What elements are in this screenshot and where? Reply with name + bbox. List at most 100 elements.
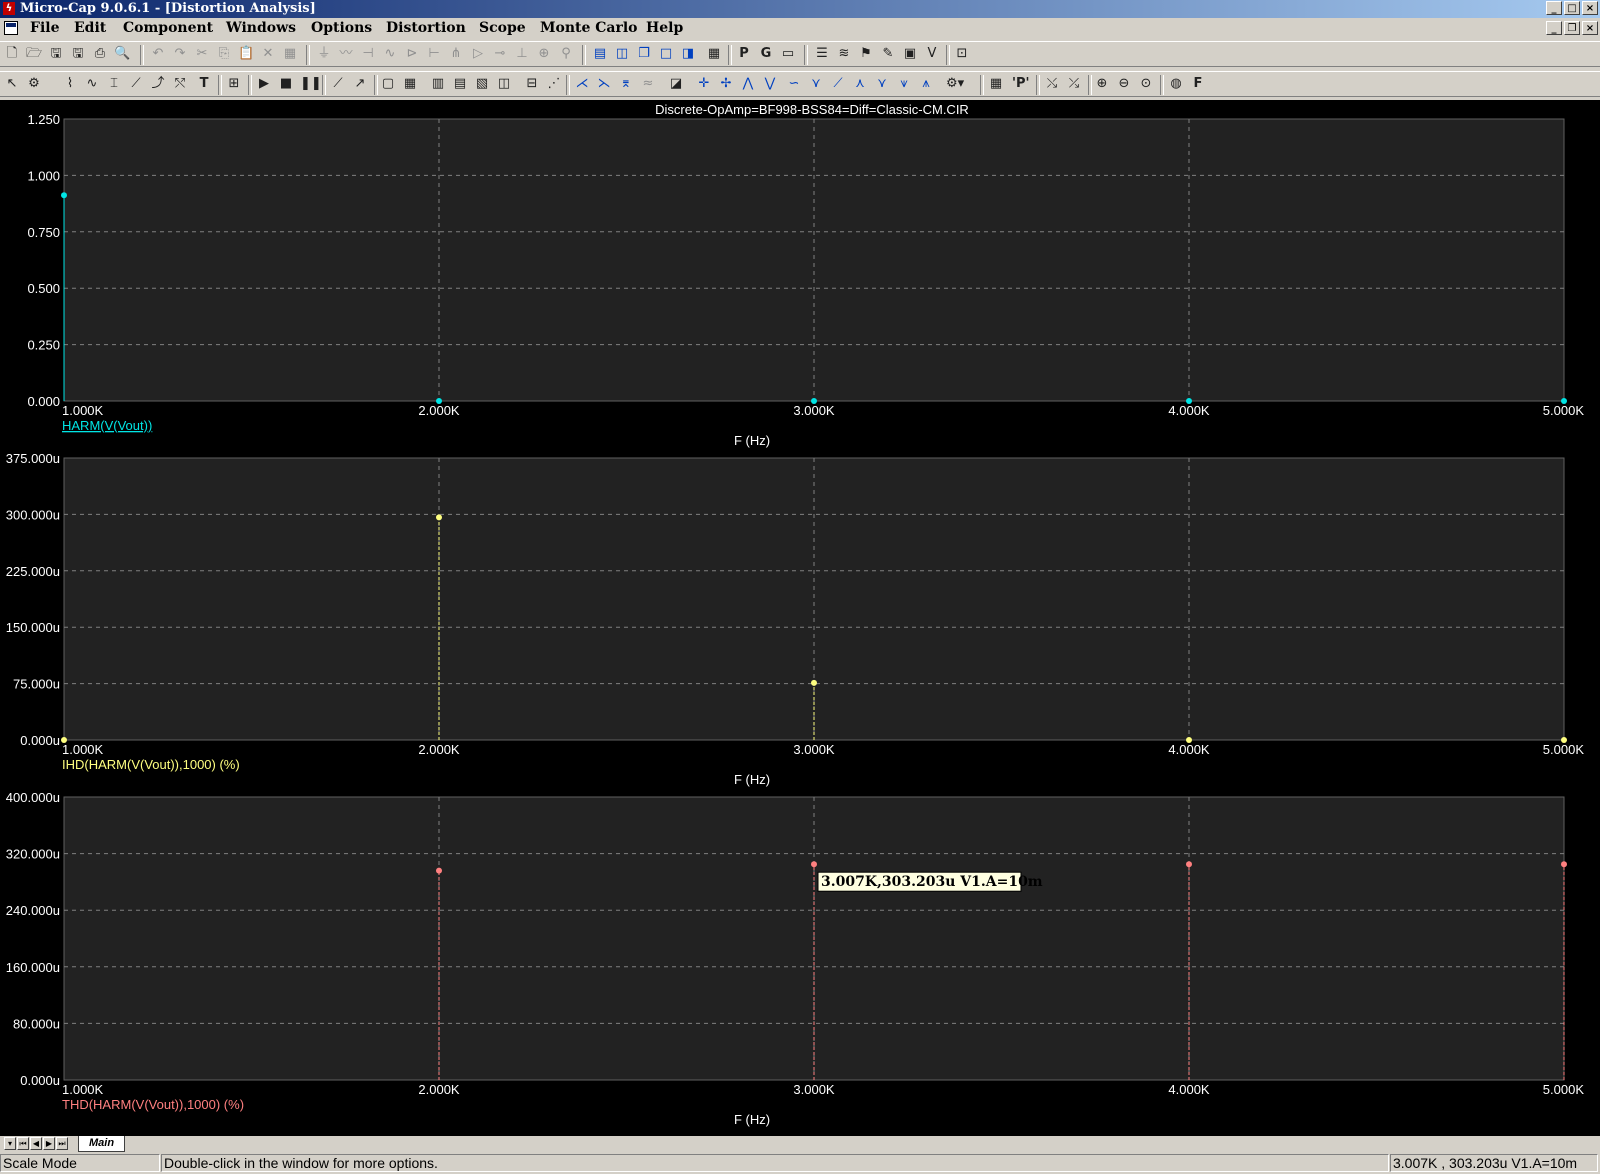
list-icon[interactable]: ☰ (814, 46, 830, 62)
delete-icon[interactable]: ✕ (260, 46, 276, 62)
animate-icon[interactable]: ◪ (668, 76, 684, 92)
trace-scale-icon[interactable]: ⌇ (62, 76, 78, 92)
wave-next-icon[interactable]: ⩚ (918, 76, 934, 92)
save-icon[interactable]: 🖫 (48, 46, 64, 62)
graph-icon[interactable]: ⟋ (128, 76, 144, 92)
restore-window-icon[interactable]: ◨ (680, 46, 696, 62)
calculator-icon[interactable]: ▦ (706, 46, 722, 62)
same-y-icon[interactable]: ⊟ (524, 76, 540, 92)
bold-grid-icon[interactable]: ▤ (452, 76, 468, 92)
limits-icon[interactable]: ⊞ (226, 76, 242, 92)
high-icon[interactable]: ⌆ (618, 76, 634, 92)
step-icon[interactable]: ⤴ (150, 76, 166, 92)
jfet-icon[interactable]: ⚲ (558, 46, 574, 62)
select-arrow-icon[interactable]: ↖ (4, 76, 20, 92)
maximize-button[interactable]: □ (1564, 1, 1580, 15)
resistor-icon[interactable]: 〰 (338, 46, 354, 62)
tab-first-icon[interactable]: ⏮ (17, 1137, 29, 1150)
minor-grid-icon[interactable]: ▧ (474, 76, 490, 92)
wire-icon[interactable]: ⊥ (514, 46, 530, 62)
low-icon[interactable]: ≈ (640, 76, 656, 92)
globe-icon[interactable]: ◍ (1168, 76, 1184, 92)
text-icon[interactable]: T (196, 76, 212, 92)
cursor-x-icon[interactable]: ⤯ (1044, 76, 1060, 92)
maximize-window-icon[interactable]: □ (658, 46, 674, 62)
zoom-in-icon[interactable]: ⊕ (1094, 76, 1110, 92)
pause-icon[interactable]: ❚❚ (300, 76, 322, 92)
peak-icon[interactable]: ⋌ (574, 76, 590, 92)
menu-help[interactable]: Help (646, 20, 683, 36)
line-icon[interactable]: ⟋ (330, 76, 346, 92)
inductor-icon[interactable]: ∿ (382, 46, 398, 62)
tokens-p-icon[interactable]: 'P' (1012, 76, 1030, 92)
plot-canvas[interactable]: Discrete-OpAmp=BF998-BSS84=Diff=Classic-… (0, 100, 1600, 1137)
menu-windows[interactable]: Windows (226, 20, 296, 36)
data-points-icon[interactable]: ⋰ (546, 76, 562, 92)
waveform-icon[interactable]: ≋ (836, 46, 852, 62)
zoom-window-icon[interactable]: ⊡ (954, 46, 970, 62)
image-icon[interactable]: ▣ (902, 46, 918, 62)
paste-icon[interactable]: 📋 (238, 46, 254, 62)
menu-scope[interactable]: Scope (479, 20, 526, 36)
source-icon[interactable]: ⊕ (536, 46, 552, 62)
bottom-icon[interactable]: ∽ (786, 76, 802, 92)
slope-icon[interactable]: ⋎ (808, 76, 824, 92)
minimize-button[interactable]: _ (1546, 1, 1562, 15)
switch-icon[interactable]: ⊸ (492, 46, 508, 62)
arrow-line-icon[interactable]: ↗ (352, 76, 368, 92)
menu-distortion[interactable]: Distortion (386, 20, 466, 36)
previous-simulation-icon[interactable]: ⩛ (896, 76, 912, 92)
tile-horizontal-icon[interactable]: ▤ (592, 46, 608, 62)
grid-icon[interactable]: ▦ (402, 76, 418, 92)
inflection-icon[interactable]: ✛ (696, 76, 712, 92)
v-label-icon[interactable]: V (924, 46, 940, 62)
capacitor-icon[interactable]: ⊣ (360, 46, 376, 62)
run-icon[interactable]: ▶ (256, 76, 272, 92)
opamp-icon[interactable]: ▷ (470, 46, 486, 62)
menu-monte-carlo[interactable]: Monte Carlo (540, 20, 638, 36)
menu-file[interactable]: File (30, 20, 59, 36)
cut-icon[interactable]: ✂ (194, 46, 210, 62)
copy-icon[interactable]: ⎘ (216, 46, 232, 62)
undo-icon[interactable]: ↶ (150, 46, 166, 62)
cascade-icon[interactable]: ❐ (636, 46, 652, 62)
font-f-icon[interactable]: F (1190, 76, 1206, 92)
tab-dropdown-icon[interactable]: ▾ (4, 1137, 16, 1150)
menu-options[interactable]: Options (311, 20, 372, 36)
redo-icon[interactable]: ↷ (172, 46, 188, 62)
next-simulation-icon[interactable]: ⋎ (874, 76, 890, 92)
probe-icon[interactable]: ⚑ (858, 46, 874, 62)
child-close-button[interactable]: × (1582, 21, 1598, 35)
window-icon[interactable]: ▭ (780, 46, 796, 62)
menu-component[interactable]: Component (123, 20, 213, 36)
zoom-out-icon[interactable]: ⊖ (1116, 76, 1132, 92)
wave-icon[interactable]: ∿ (84, 76, 100, 92)
global-high-icon[interactable]: ✢ (718, 76, 734, 92)
valley-icon[interactable]: ⋋ (596, 76, 612, 92)
next-interp-icon[interactable]: ⋏ (852, 76, 868, 92)
save-all-icon[interactable]: 🖫 (70, 46, 86, 62)
close-button[interactable]: × (1582, 1, 1598, 15)
print-icon[interactable]: ⎙ (92, 46, 108, 62)
tab-main[interactable]: Main (78, 1136, 126, 1152)
battery-icon[interactable]: ⊢ (426, 46, 442, 62)
next-point-icon[interactable]: ⟋ (830, 76, 846, 92)
stop-icon[interactable]: ■ (278, 76, 294, 92)
component-mode-icon[interactable]: ⚙ (26, 76, 42, 92)
plot-area[interactable]: Discrete-OpAmp=BF998-BSS84=Diff=Classic-… (0, 100, 1600, 1137)
pen-icon[interactable]: ✎ (880, 46, 896, 62)
menu-edit[interactable]: Edit (74, 20, 106, 36)
component-dropdown-icon[interactable]: ⚙▾ (946, 76, 964, 92)
child-minimize-button[interactable]: _ (1546, 21, 1562, 35)
tab-prev-icon[interactable]: ◀ (30, 1137, 42, 1150)
new-icon[interactable]: 🗋 (4, 46, 20, 62)
table-icon[interactable]: ▦ (988, 76, 1004, 92)
top-icon[interactable]: ⋁ (762, 76, 778, 92)
npn-icon[interactable]: ⋔ (448, 46, 464, 62)
xy-icon[interactable]: ⤲ (172, 76, 188, 92)
ground-icon[interactable]: ⏚ (316, 46, 332, 62)
global-low-icon[interactable]: ⋀ (740, 76, 756, 92)
print-preview-icon[interactable]: 🔍 (114, 46, 130, 62)
properties-p-icon[interactable]: P (736, 46, 752, 62)
zoom-fit-icon[interactable]: ⊙ (1138, 76, 1154, 92)
